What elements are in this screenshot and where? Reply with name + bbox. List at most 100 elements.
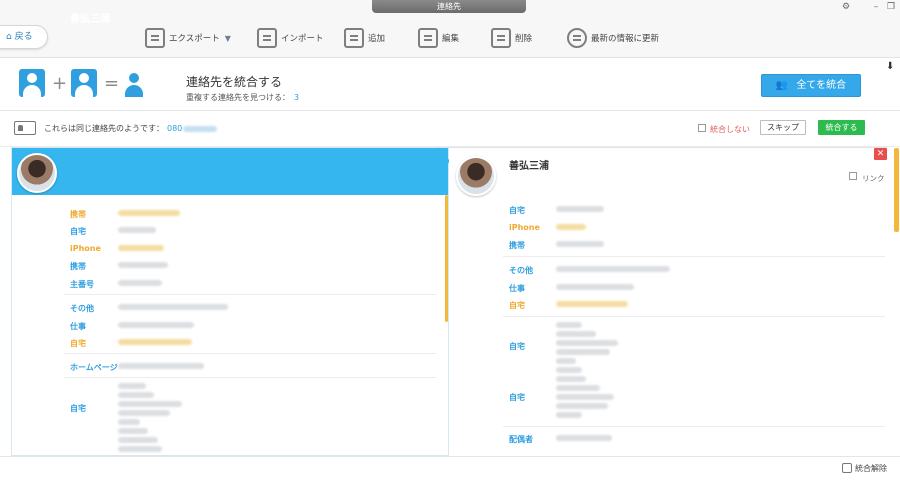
blurred-value	[118, 437, 158, 443]
field-label: 自宅	[70, 404, 86, 413]
chevron-down-icon[interactable]: ▼	[225, 34, 231, 43]
right-contact-name: 善弘三浦	[509, 161, 549, 172]
add-button[interactable]: 追加	[344, 27, 385, 49]
link-label: リンク	[862, 174, 885, 183]
delete-button[interactable]: 削除	[491, 27, 532, 49]
skip-button[interactable]: スキップ	[760, 120, 806, 135]
import-icon	[257, 28, 277, 48]
export-icon	[145, 28, 165, 48]
blurred-value	[556, 385, 600, 391]
field-label: 仕事	[509, 284, 525, 293]
blurred-value	[556, 322, 582, 328]
add-contact-icon	[344, 28, 364, 48]
merged-contact-icon	[121, 69, 147, 97]
left-scrollbar[interactable]	[445, 195, 448, 322]
blurred-value	[118, 304, 228, 310]
add-label: 追加	[368, 34, 386, 44]
duplicates-line: 重複する連絡先を見つける： 3	[186, 92, 299, 103]
minimize-icon[interactable]: –	[870, 1, 882, 13]
field-label: iPhone	[70, 244, 101, 253]
link-checkbox[interactable]	[849, 172, 857, 180]
contact-card-icon	[14, 121, 36, 135]
no-merge-label: 統合しない	[710, 125, 750, 134]
plus-icon: +	[52, 73, 68, 94]
divider	[503, 426, 885, 427]
duplicates-count: 3	[294, 93, 300, 102]
divider	[503, 256, 885, 257]
blurred-value	[556, 301, 628, 307]
merge-title: 連絡先を統合する	[186, 75, 283, 89]
field-label: 自宅	[509, 301, 525, 310]
merge-button[interactable]: 統合する	[818, 120, 865, 135]
unmerge-button[interactable]: 統合解除	[842, 463, 887, 474]
blurred-value	[118, 280, 162, 286]
edit-button[interactable]: 編集	[418, 27, 459, 49]
blurred-value	[556, 403, 608, 409]
blurred-value	[556, 224, 586, 230]
blurred-value	[118, 262, 168, 268]
blurred-value	[556, 358, 576, 364]
blurred-value	[556, 266, 670, 272]
phone-prefix: 080	[167, 124, 183, 133]
divider	[64, 353, 436, 354]
unmerge-icon	[842, 463, 852, 473]
edit-label: 編集	[442, 34, 460, 44]
blurred-value	[118, 339, 192, 345]
blurred-value	[118, 322, 194, 328]
field-label: iPhone	[509, 223, 540, 232]
close-icon[interactable]: ✕	[874, 148, 887, 160]
no-merge-checkbox[interactable]	[698, 124, 706, 132]
field-label: 自宅	[70, 339, 86, 348]
settings-icon[interactable]: ⚙	[840, 1, 852, 13]
field-label: その他	[70, 304, 94, 313]
blurred-value	[556, 284, 634, 290]
refresh-label: 最新の情報に更新	[591, 34, 660, 44]
footer	[0, 456, 900, 483]
right-scrollbar[interactable]	[894, 148, 899, 232]
field-label: 配偶者	[509, 435, 533, 444]
blurred-value	[118, 401, 182, 407]
blurred-value	[118, 410, 170, 416]
equals-icon: =	[104, 73, 120, 94]
merge-all-button[interactable]: 👥 全てを統合	[761, 74, 861, 97]
divider	[64, 294, 436, 295]
blurred-value	[556, 412, 582, 418]
same-contact-label: これらは同じ連絡先のようです：	[44, 124, 164, 133]
refresh-button[interactable]: 最新の情報に更新	[567, 27, 659, 49]
field-label: 自宅	[509, 342, 525, 351]
export-button[interactable]: エクスポート ▼	[145, 27, 231, 49]
field-label: 自宅	[509, 206, 525, 215]
export-label: エクスポート	[169, 34, 220, 44]
back-button[interactable]: ⌂ 戻る	[0, 25, 48, 49]
field-label: 主番号	[70, 280, 94, 289]
blurred-value	[118, 392, 154, 398]
avatar	[17, 153, 57, 193]
same-contact-line: これらは同じ連絡先のようです： 080	[44, 123, 218, 134]
window-title: 連絡先	[372, 0, 526, 13]
field-label: 自宅	[70, 227, 86, 236]
blurred-value	[556, 435, 612, 441]
arrow-down-icon[interactable]: ⬇	[886, 61, 894, 72]
blurred-value	[556, 241, 604, 247]
blurred-value	[118, 245, 164, 251]
edit-icon	[418, 28, 438, 48]
field-label: 自宅	[509, 393, 525, 402]
title-bar: 連絡先 ⚙ – ❐	[0, 0, 900, 14]
delete-label: 削除	[515, 34, 533, 44]
import-button[interactable]: インポート	[257, 27, 324, 49]
field-label: 携帯	[70, 210, 86, 219]
field-label: その他	[509, 266, 533, 275]
blurred-value	[118, 428, 148, 434]
blurred-value	[556, 376, 586, 382]
unmerge-label: 統合解除	[855, 464, 887, 473]
contact-icon	[19, 69, 45, 97]
toolbar: ⌂ 戻る エクスポート ▼ インポート 追加 編集 削除 最新の情報に更新	[0, 14, 900, 58]
blurred-value	[118, 227, 156, 233]
blurred-value	[118, 363, 204, 369]
blurred-value	[556, 340, 618, 346]
divider	[503, 316, 885, 317]
contact-icon	[71, 69, 97, 97]
field-label: 仕事	[70, 322, 86, 331]
restore-icon[interactable]: ❐	[885, 1, 897, 13]
blurred-value	[556, 349, 610, 355]
